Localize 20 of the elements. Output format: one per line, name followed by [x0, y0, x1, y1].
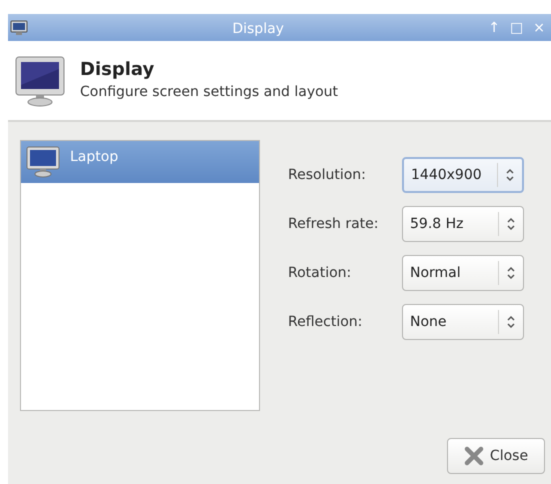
monitor-icon	[10, 20, 28, 36]
monitor-icon	[26, 146, 60, 178]
close-icon	[464, 446, 484, 466]
setting-label: Resolution:	[288, 166, 367, 184]
setting-combo[interactable]: 1440x900	[402, 157, 524, 193]
setting-label: Refresh rate:	[288, 214, 380, 234]
monitor-icon	[14, 54, 66, 106]
setting-label: Reflection:	[288, 312, 364, 332]
header-subtitle: Configure screen settings and layout	[80, 83, 338, 102]
window-title: Display	[232, 20, 284, 36]
close-button[interactable]: Close	[447, 438, 545, 474]
header-title: Display	[80, 58, 156, 82]
spinner-icon	[507, 315, 515, 329]
spinner-icon	[507, 217, 515, 231]
setting-combo[interactable]: None	[402, 304, 524, 340]
spinner-icon	[507, 266, 515, 280]
setting-combo[interactable]: 59.8 Hz	[402, 206, 524, 242]
spinner-icon	[506, 168, 514, 182]
setting-combo[interactable]: Normal	[402, 255, 524, 291]
setting-label: Rotation:	[288, 264, 352, 282]
